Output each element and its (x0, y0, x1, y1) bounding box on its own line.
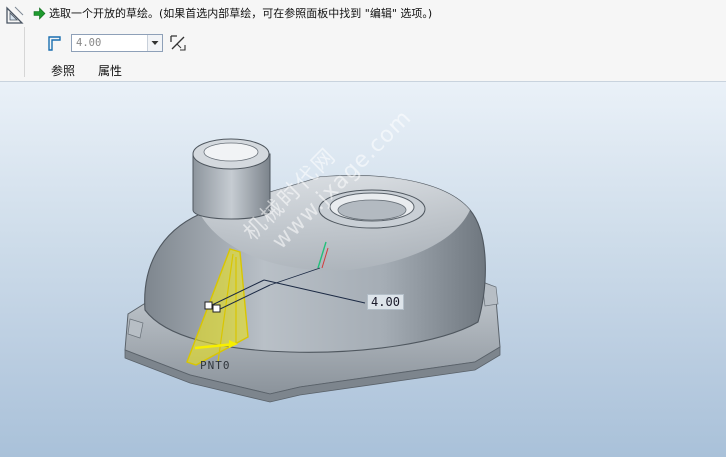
graphics-viewport[interactable]: 4.00 PNT0 机械时代网 www.jxage.com (0, 82, 726, 457)
top-boss (318, 189, 426, 229)
thicken-icon (48, 35, 61, 51)
dashboard-tabs: 参照 属性 (51, 62, 145, 79)
tab-properties[interactable]: 属性 (98, 62, 122, 79)
creo-rib-feature-window: 选取一个开放的草绘。(如果首选内部草绘，可在参照面板中找到 "编辑" 选项。) … (0, 0, 726, 457)
flip-direction-icon[interactable] (169, 34, 187, 52)
green-arrow-icon (33, 6, 46, 20)
datum-point-label[interactable]: PNT0 (200, 359, 231, 372)
dashboard-divider (24, 27, 25, 77)
depth-controls (46, 33, 187, 53)
tab-references[interactable]: 参照 (51, 62, 75, 79)
model-canvas (124, 138, 501, 403)
prompt-text: 选取一个开放的草绘。(如果首选内部草绘，可在参照面板中找到 "编辑" 选项。) (49, 7, 433, 20)
chevron-down-icon[interactable] (147, 35, 162, 51)
feature-dashboard: 选取一个开放的草绘。(如果首选内部草绘，可在参照面板中找到 "编辑" 选项。) … (0, 0, 726, 82)
message-prompt: 选取一个开放的草绘。(如果首选内部草绘，可在参照面板中找到 "编辑" 选项。) (33, 5, 432, 21)
sketch-triangle-icon[interactable] (4, 4, 26, 26)
dimension-value-label[interactable]: 4.00 (367, 294, 404, 310)
depth-input[interactable] (72, 35, 148, 51)
depth-combobox[interactable] (71, 34, 163, 52)
side-tube (192, 138, 271, 220)
